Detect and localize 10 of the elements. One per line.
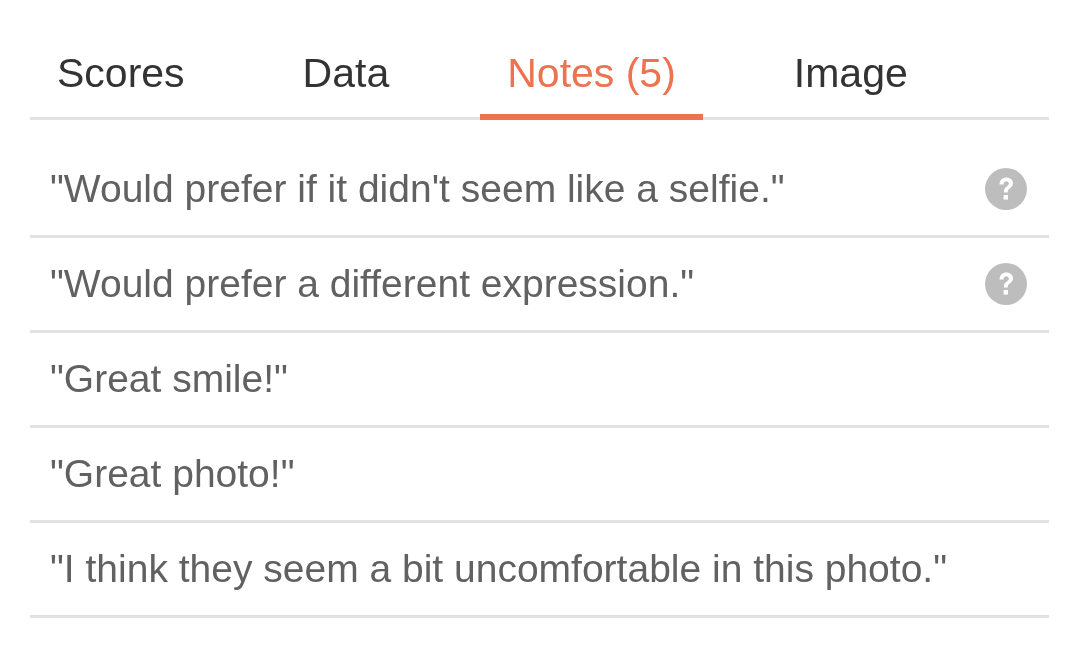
help-icon[interactable] [985,168,1027,210]
note-text: "Great smile!" [50,357,289,401]
tab[interactable]: Image [766,38,935,120]
note-text: "I think they seem a bit uncomfortable in this photo." [50,547,948,591]
help-icon[interactable] [985,263,1027,305]
tab[interactable]: Data [275,38,417,120]
note-text: "Great photo!" [50,452,296,496]
tab[interactable]: Scores [30,38,212,120]
note-text: "Would prefer if it didn't seem like a selfie." [50,167,786,211]
note-text: "Would prefer a different expression." [50,262,696,306]
